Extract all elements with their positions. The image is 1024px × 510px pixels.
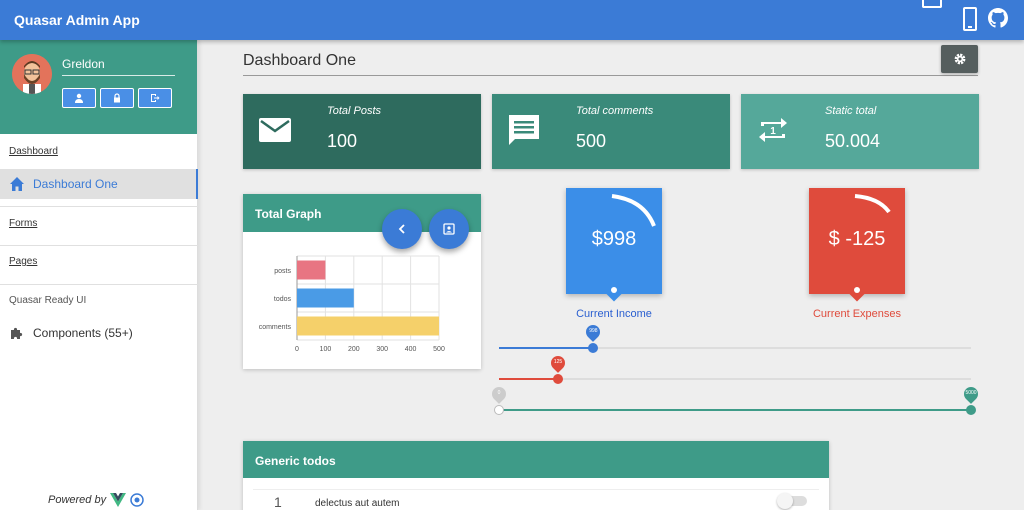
todos-card: Generic todos 1 delectus aut autem xyxy=(243,441,829,510)
x-tick-label: 300 xyxy=(376,346,388,353)
profile-panel: Greldon xyxy=(0,40,197,134)
stat-card-comments: Total comments 500 xyxy=(492,94,730,169)
stat-label: Total Posts xyxy=(327,105,382,117)
stat-value: 50.004 xyxy=(825,131,881,151)
stat-value: 100 xyxy=(327,131,358,151)
vue-logo-icon xyxy=(110,493,127,507)
total-graph-card: Total Graph 0 100 200 300 400 500 posts todos co… xyxy=(243,194,481,369)
x-tick-label: 0 xyxy=(295,346,299,353)
lock-button[interactable] xyxy=(100,88,134,108)
app-header: Quasar Admin App xyxy=(0,0,1024,40)
stat-label: Total comments xyxy=(576,105,654,117)
slider-knob[interactable] xyxy=(588,343,599,353)
expenses-slider[interactable]: 125 xyxy=(499,353,971,384)
gear-icon xyxy=(954,53,965,65)
powered-by: Powered by xyxy=(48,493,144,507)
slider-knob[interactable] xyxy=(553,374,563,384)
todo-text: delectus aut autem xyxy=(315,498,400,509)
slider-fill xyxy=(499,378,558,380)
svg-text:1: 1 xyxy=(770,126,776,137)
x-tick-label: 400 xyxy=(405,346,417,353)
sidebar: Greldon Dashboard Dashboard One Forms Pa… xyxy=(0,40,198,510)
expenses-label: Current Expenses xyxy=(812,308,902,320)
y-tick-label: comments xyxy=(259,324,292,331)
divider xyxy=(243,75,978,76)
slider-knob-min[interactable] xyxy=(494,405,504,415)
home-icon xyxy=(10,177,24,191)
phone-icon[interactable] xyxy=(963,7,977,31)
list-item[interactable]: 1 delectus aut autem xyxy=(253,489,819,510)
y-tick-label: posts xyxy=(274,268,291,275)
puzzle-icon xyxy=(11,327,23,339)
income-amount: $998 xyxy=(591,228,637,250)
pointer-dot xyxy=(611,287,617,293)
stat-card-posts: Total Posts 100 xyxy=(243,94,481,169)
logout-button[interactable] xyxy=(138,88,172,108)
income-slider[interactable]: 998 xyxy=(499,322,971,353)
nav-section-dashboard[interactable]: Dashboard xyxy=(0,146,198,157)
cast-icon[interactable] xyxy=(922,0,942,8)
expenses-gauge-arc xyxy=(854,194,891,214)
todo-number: 1 xyxy=(274,494,282,510)
avatar[interactable] xyxy=(12,54,52,94)
slider-fill xyxy=(499,409,971,411)
income-gauge-arc xyxy=(611,194,656,227)
username: Greldon xyxy=(62,57,105,71)
x-tick-label: 200 xyxy=(348,346,360,353)
y-tick-label: todos xyxy=(274,296,292,303)
stat-value: 500 xyxy=(576,131,607,151)
app-title: Quasar Admin App xyxy=(14,12,140,28)
nav-section-pages[interactable]: Pages xyxy=(0,256,198,267)
bar-chart: 0 100 200 300 400 500 posts todos comments xyxy=(259,255,445,353)
todos-title: Generic todos xyxy=(243,441,829,478)
sidebar-item-label: Components (55+) xyxy=(33,326,133,340)
quasar-logo-icon xyxy=(130,493,144,507)
slider-min-value: 0 xyxy=(497,390,501,396)
slider-max-value: 5000 xyxy=(965,390,977,396)
sidebar-item-dashboard-one[interactable]: Dashboard One xyxy=(0,169,198,199)
slider-value: 998 xyxy=(589,328,598,334)
todo-toggle[interactable] xyxy=(777,493,807,509)
bar-todos xyxy=(297,288,354,308)
bar-comments xyxy=(297,316,439,336)
slider-value: 125 xyxy=(553,359,563,365)
divider xyxy=(0,284,198,285)
income-card: $998 xyxy=(566,188,662,302)
profile-button[interactable] xyxy=(62,88,96,108)
x-tick-label: 100 xyxy=(320,346,332,353)
settings-button[interactable] xyxy=(941,45,978,73)
nav-section-forms[interactable]: Forms xyxy=(0,218,198,229)
divider xyxy=(0,206,198,207)
person-icon xyxy=(75,93,83,103)
comment-icon xyxy=(509,115,539,145)
expenses-amount: $ -125 xyxy=(828,228,886,250)
income-label: Current Income xyxy=(576,308,652,320)
sidebar-item-label: Dashboard One xyxy=(33,177,118,191)
slider-knob-max[interactable] xyxy=(966,405,976,415)
page-title: Dashboard One xyxy=(243,52,356,69)
sidebar-item-components[interactable]: Components (55+) xyxy=(0,318,198,348)
range-slider[interactable]: 0 5000 xyxy=(489,384,981,415)
ready-ui-label: Quasar Ready UI xyxy=(9,295,87,306)
x-tick-label: 500 xyxy=(433,346,445,353)
divider xyxy=(62,75,175,76)
powered-by-text: Powered by xyxy=(48,494,107,506)
github-icon[interactable] xyxy=(988,8,1008,28)
email-icon xyxy=(259,118,291,142)
exit-icon xyxy=(151,94,160,102)
pointer-dot xyxy=(854,287,860,293)
lock-icon xyxy=(114,93,120,103)
divider xyxy=(0,245,198,246)
slider-fill xyxy=(499,347,594,349)
stat-label: Static total xyxy=(825,105,877,117)
stat-card-static: 1 Static total 50.004 xyxy=(741,94,979,169)
expenses-card: $ -125 xyxy=(809,188,905,302)
bar-posts xyxy=(297,260,326,280)
repeat-one-icon: 1 xyxy=(759,118,787,142)
